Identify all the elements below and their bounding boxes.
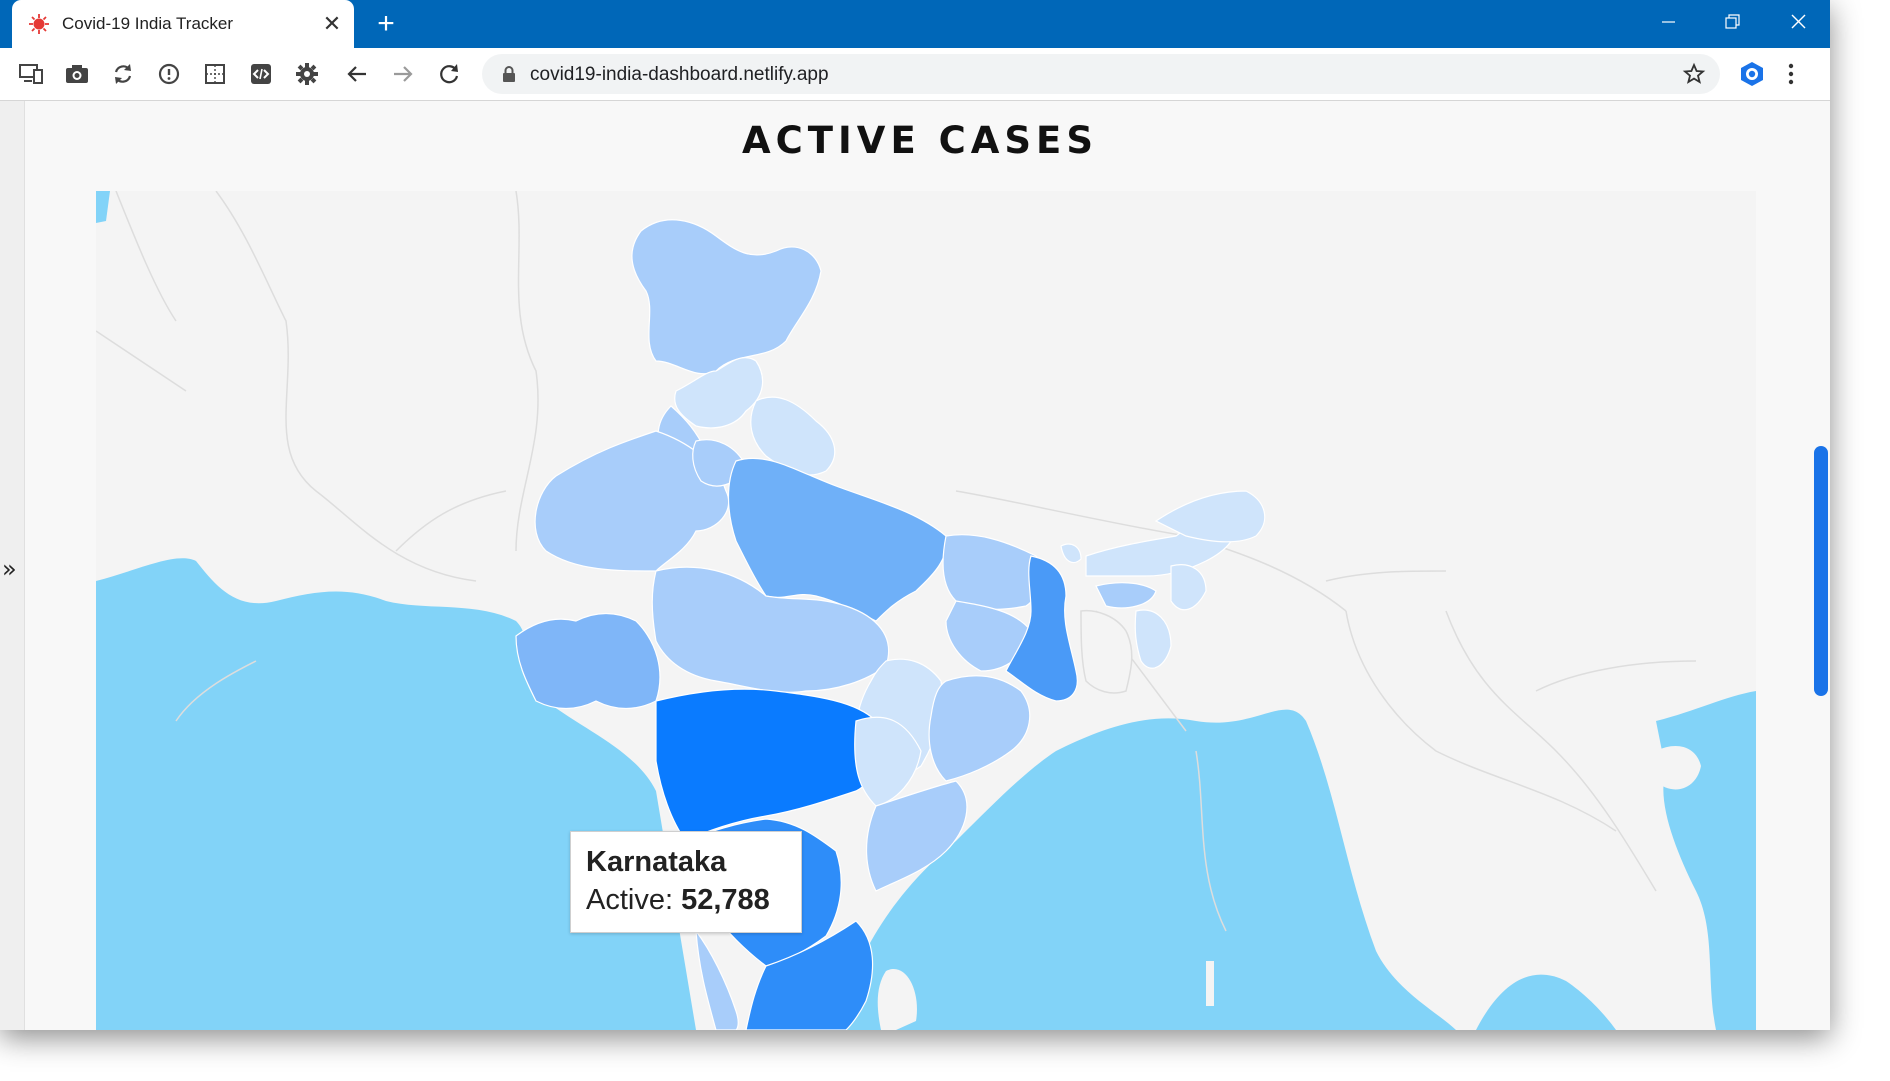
browser-window: Covid-19 India Tracker ✕ + covid19-india…	[0, 0, 1830, 1030]
minimize-icon[interactable]	[1648, 8, 1688, 38]
code-icon[interactable]	[248, 61, 274, 87]
tooltip-active-label: Active:	[586, 884, 674, 916]
state-tooltip: Karnataka Active: 52,788	[570, 831, 802, 933]
tooltip-active-value: 52,788	[681, 884, 770, 916]
alert-icon[interactable]	[156, 61, 182, 87]
virus-favicon-icon	[29, 14, 49, 34]
grid-icon[interactable]	[202, 61, 228, 87]
map-canvas	[96, 191, 1756, 1030]
extension-icon[interactable]	[1738, 60, 1766, 88]
vertical-scrollbar[interactable]	[1814, 446, 1828, 696]
lock-icon	[503, 66, 515, 82]
state-gujarat	[515, 612, 661, 710]
tooltip-active-line: Active: 52,788	[586, 884, 770, 917]
reload-icon[interactable]	[436, 61, 462, 87]
settings-gear-icon[interactable]	[294, 61, 320, 87]
device-mode-icon[interactable]	[18, 61, 44, 87]
tab-title: Covid-19 India Tracker	[62, 14, 234, 33]
india-choropleth-map[interactable]: Karnataka Active: 52,788	[96, 191, 1756, 1030]
tooltip-state-name: Karnataka	[586, 846, 727, 878]
andaman-islands	[1206, 961, 1214, 1006]
page-title: ACTIVE CASES	[742, 119, 1098, 162]
active-tab[interactable]: Covid-19 India Tracker ✕	[12, 0, 354, 48]
more-menu-icon[interactable]	[1786, 61, 1796, 87]
address-bar[interactable]: covid19-india-dashboard.netlify.app	[482, 54, 1720, 94]
forward-arrow-icon[interactable]	[390, 61, 416, 87]
back-arrow-icon[interactable]	[344, 61, 370, 87]
side-panel-rail: »	[0, 101, 25, 1030]
browser-toolbar: covid19-india-dashboard.netlify.app	[0, 48, 1830, 101]
bookmark-star-icon[interactable]	[1682, 62, 1706, 86]
url-text: covid19-india-dashboard.netlify.app	[530, 64, 829, 85]
restore-icon[interactable]	[1712, 8, 1752, 38]
page-viewport: » ACTIVE CASES Karnataka Active: 52,788	[0, 101, 1830, 1030]
new-tab-button[interactable]: +	[370, 9, 402, 41]
title-bar: Covid-19 India Tracker ✕ +	[0, 0, 1830, 48]
window-close-icon[interactable]	[1778, 8, 1818, 38]
tab-close-icon[interactable]: ✕	[320, 12, 344, 36]
expand-panel-icon[interactable]: »	[2, 555, 17, 583]
sync-icon[interactable]	[110, 61, 136, 87]
camera-icon[interactable]	[64, 61, 90, 87]
